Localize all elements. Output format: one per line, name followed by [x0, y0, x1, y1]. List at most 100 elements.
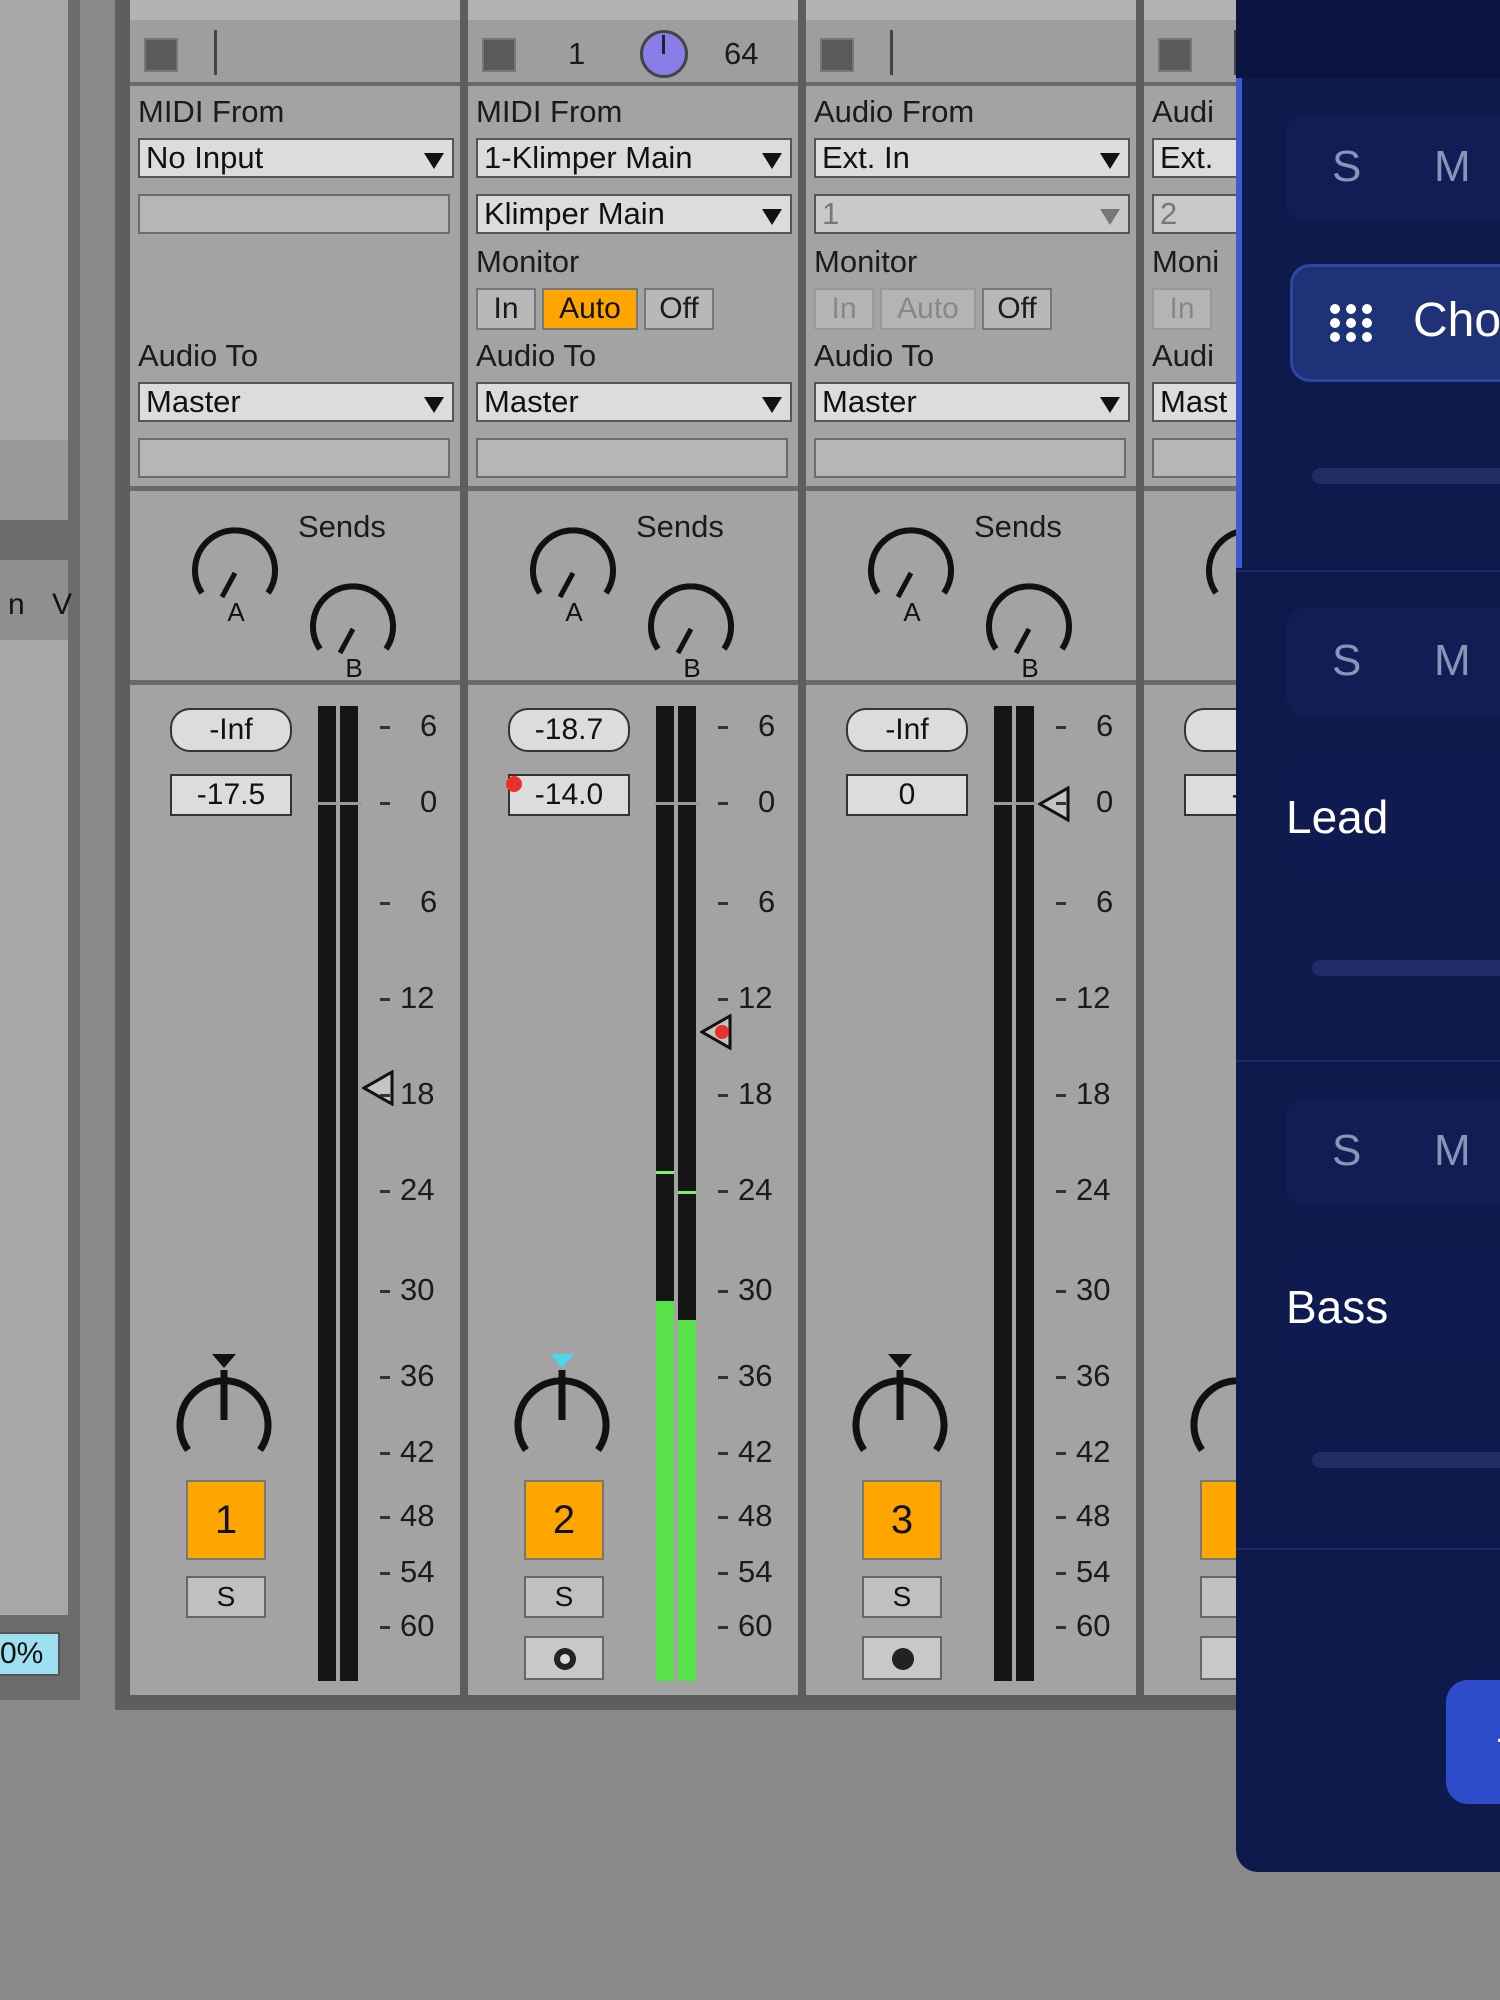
output-type-value: Master [822, 384, 917, 419]
volume-field[interactable]: 0 [846, 774, 968, 816]
unity-line [654, 802, 700, 805]
arm-icon [892, 1648, 914, 1670]
tempo-knob-pointer [662, 35, 665, 54]
arm-button[interactable] [862, 1636, 942, 1680]
clip-stop-button[interactable] [144, 38, 178, 72]
send-a-knob[interactable]: A [180, 515, 290, 625]
meter-scale-tick [380, 726, 390, 729]
chevron-down-icon [424, 397, 444, 413]
section-solo-button[interactable]: S [1332, 1126, 1361, 1176]
volume-fader-handle[interactable] [362, 1070, 394, 1106]
tempo-knob-icon[interactable] [640, 30, 688, 78]
left-percent-field[interactable]: 0% [0, 1632, 60, 1676]
section-mute-button[interactable]: M [1434, 142, 1471, 192]
solo-button[interactable]: S [524, 1576, 604, 1618]
section-mute-button[interactable]: M [1434, 636, 1471, 686]
mixer: MIDI From No Input Audio To Master Sends… [115, 0, 1474, 1710]
output-type-dropdown[interactable]: Master [138, 382, 454, 422]
meter-scale-label: 24 [1076, 1172, 1111, 1207]
output-type-value: Master [484, 384, 579, 419]
monitor-in-button[interactable]: In [476, 288, 536, 330]
monitor-off-button[interactable]: Off [644, 288, 714, 330]
section-mute-button[interactable]: M [1434, 1126, 1471, 1176]
input-type-dropdown[interactable]: Ext. In [814, 138, 1130, 178]
section-volume-slider[interactable] [1312, 1452, 1500, 1468]
pan-knob[interactable] [506, 1350, 616, 1470]
meter-scale-label: 12 [738, 980, 773, 1015]
level-meter-left [994, 706, 1012, 1681]
meter-scale-tick [380, 998, 390, 1001]
input-type-dropdown[interactable]: 1-Klimper Main [476, 138, 792, 178]
drag-handle-icon[interactable] [1329, 303, 1373, 343]
meter-scale-tick [1056, 1572, 1066, 1575]
output-type-label: Audi [1152, 338, 1215, 373]
monitor-label: Monitor [814, 244, 918, 279]
meter-scale-label: 30 [1076, 1272, 1111, 1307]
meter-scale-label: 12 [400, 980, 435, 1015]
peak-level[interactable]: -Inf [170, 708, 292, 752]
monitor-label: Monitor [476, 244, 580, 279]
meter-scale-tick [1056, 902, 1066, 905]
track-activator-button[interactable]: 3 [862, 1480, 942, 1560]
input-channel-value: 1 [822, 196, 840, 231]
track-header [806, 0, 1136, 86]
clip-stop-button[interactable] [820, 38, 854, 72]
meter-scale-tick [718, 1094, 728, 1097]
pan-knob[interactable] [168, 1350, 278, 1470]
monitor-auto-button[interactable]: Auto [880, 288, 976, 330]
arm-button[interactable] [524, 1636, 604, 1680]
peak-level[interactable]: -18.7 [508, 708, 630, 752]
input-type-label: MIDI From [476, 94, 623, 129]
section-volume-slider[interactable] [1312, 960, 1500, 976]
meter-scale-label: 18 [1076, 1076, 1111, 1111]
monitor-in-button[interactable]: In [814, 288, 874, 330]
monitor-in-button[interactable]: In [1152, 288, 1212, 330]
section-solo-button[interactable]: S [1332, 636, 1361, 686]
send-b-label: B [345, 653, 362, 681]
send-a-knob[interactable]: A [856, 515, 966, 625]
add-section-button[interactable]: + [1446, 1680, 1500, 1804]
volume-field[interactable]: -14.0 [508, 774, 630, 816]
overlay-accent-bar [1236, 78, 1242, 568]
peak-level[interactable]: -Inf [846, 708, 968, 752]
volume-field[interactable]: -17.5 [170, 774, 292, 816]
monitor-off-button[interactable]: Off [982, 288, 1052, 330]
track-activator-button[interactable]: 1 [186, 1480, 266, 1560]
sends-section: Sends A B [806, 495, 1136, 685]
solo-button[interactable]: S [186, 1576, 266, 1618]
send-b-knob[interactable]: B [298, 571, 408, 681]
output-type-dropdown[interactable]: Master [476, 382, 792, 422]
send-b-knob[interactable]: B [636, 571, 746, 681]
send-b-knob[interactable]: B [974, 571, 1084, 681]
pan-knob[interactable] [844, 1350, 954, 1470]
meter-scale-tick [718, 902, 728, 905]
volume-fader-handle[interactable] [700, 1014, 740, 1050]
track-activator-button[interactable]: 2 [524, 1480, 604, 1560]
meter-scale-tick [1056, 1376, 1066, 1379]
section-solo-button[interactable]: S [1332, 142, 1361, 192]
output-type-dropdown[interactable]: Master [814, 382, 1130, 422]
meter-scale-tick [1056, 1626, 1066, 1629]
clip-stop-button[interactable] [482, 38, 516, 72]
section-selected[interactable]: Cho [1290, 264, 1500, 382]
track-header-top [130, 0, 460, 20]
meter-scale-tick [1056, 1452, 1066, 1455]
input-channel-dropdown[interactable]: 1 [814, 194, 1130, 234]
input-type-dropdown[interactable]: No Input [138, 138, 454, 178]
output-type-value: Master [146, 384, 241, 419]
meter-scale-label: 6 [420, 708, 438, 743]
send-a-knob[interactable]: A [518, 515, 628, 625]
clip-stop-button[interactable] [1158, 38, 1192, 72]
solo-button[interactable]: S [862, 1576, 942, 1618]
section-name-row[interactable]: Lead [1286, 762, 1500, 870]
input-channel-dropdown[interactable]: Klimper Main [476, 194, 792, 234]
output-type-label: Audio To [814, 338, 935, 373]
section-2: S M Lead [1236, 570, 1500, 1062]
meter-scale-label: 60 [400, 1608, 435, 1643]
monitor-auto-button[interactable]: Auto [542, 288, 638, 330]
section-name-row[interactable]: Bass [1286, 1252, 1500, 1360]
section-volume-slider[interactable] [1312, 468, 1500, 484]
meter-scale-tick [1056, 998, 1066, 1001]
output-channel-empty [138, 438, 450, 478]
meter-scale-tick [380, 902, 390, 905]
